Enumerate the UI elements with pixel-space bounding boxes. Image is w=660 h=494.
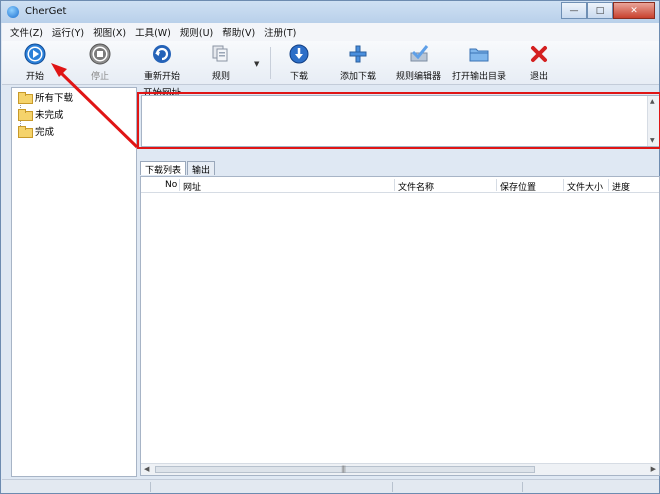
tree-item-incomplete[interactable]: 未完成: [18, 107, 64, 121]
menu-view[interactable]: 视图(X): [93, 25, 126, 39]
tree-item-label: 所有下载: [35, 93, 74, 104]
tab-download-list[interactable]: 下载列表: [140, 161, 187, 176]
column-divider[interactable]: [179, 179, 180, 191]
column-save-location[interactable]: 保存位置: [500, 180, 536, 193]
column-progress[interactable]: 进度: [612, 180, 630, 193]
folder-open-icon: [468, 43, 490, 65]
toolbar: 开始 停止 重新开始 规则 ▼ 下载 添加下载 规则编辑器 打开输出目录 退出: [2, 41, 659, 85]
column-file-name[interactable]: 文件名称: [398, 180, 434, 193]
rules-pages-icon: [210, 43, 232, 65]
start-button[interactable]: 开始: [24, 43, 46, 83]
stop-button[interactable]: 停止: [89, 43, 111, 83]
list-horizontal-scrollbar[interactable]: ◀ ||| ▶: [141, 463, 659, 475]
rules-label: 规则: [211, 72, 230, 82]
stop-label: 停止: [90, 72, 109, 82]
tree-item-label: 未完成: [35, 110, 64, 121]
menu-bar: 文件(Z) 运行(Y) 视图(X) 工具(W) 规则(U) 帮助(V) 注册(T…: [2, 23, 659, 41]
play-icon: [24, 43, 46, 65]
close-button[interactable]: ✕: [613, 2, 655, 19]
scroll-right-icon[interactable]: ▶: [651, 465, 656, 473]
open-output-dir-label: 打开输出目录: [452, 72, 507, 82]
column-url[interactable]: 网址: [183, 180, 201, 193]
menu-file[interactable]: 文件(Z): [10, 25, 43, 39]
exit-label: 退出: [529, 72, 548, 82]
rule-editor-label: 规则编辑器: [396, 72, 442, 82]
tab-output[interactable]: 输出: [187, 161, 216, 176]
scroll-left-icon[interactable]: ◀: [144, 465, 149, 473]
app-window: CherGet — □ ✕ 文件(Z) 运行(Y) 视图(X) 工具(W) 规则…: [0, 0, 660, 494]
minimize-button[interactable]: —: [561, 2, 587, 19]
menu-register[interactable]: 注册(T): [264, 25, 296, 39]
column-divider[interactable]: [608, 179, 609, 191]
download-label: 下载: [289, 72, 308, 82]
app-logo-icon: [7, 6, 19, 18]
scrollbar-grip-icon: |||: [341, 465, 346, 473]
column-no[interactable]: No: [165, 180, 177, 190]
add-download-label: 添加下载: [340, 72, 377, 82]
refresh-icon: [151, 43, 173, 65]
status-divider: [522, 482, 523, 492]
column-divider[interactable]: [563, 179, 564, 191]
checkmark-editor-icon: [408, 43, 430, 65]
tree-item-label: 完成: [35, 127, 55, 138]
download-button[interactable]: 下载: [288, 43, 310, 83]
rules-button[interactable]: 规则: [210, 43, 232, 83]
status-divider: [150, 482, 151, 492]
tree-item-complete[interactable]: 完成: [18, 124, 54, 138]
folder-icon: [18, 126, 33, 138]
window-title: CherGet: [25, 6, 67, 17]
menu-run[interactable]: 运行(Y): [52, 25, 84, 39]
column-file-size[interactable]: 文件大小: [567, 180, 603, 193]
annotation-highlight-box: [137, 92, 660, 149]
restart-button[interactable]: 重新开始: [144, 43, 180, 83]
menu-help[interactable]: 帮助(V): [222, 25, 255, 39]
folder-icon: [18, 109, 33, 121]
plus-icon: [347, 43, 369, 65]
column-divider[interactable]: [394, 179, 395, 191]
download-icon: [288, 43, 310, 65]
restart-label: 重新开始: [144, 72, 181, 82]
maximize-button[interactable]: □: [587, 2, 613, 19]
bottom-tabs: 下载列表 输出: [140, 161, 216, 176]
download-list: No 网址 文件名称 保存位置 文件大小 进度 ◀ ||| ▶: [140, 176, 660, 476]
column-divider[interactable]: [496, 179, 497, 191]
list-header: No 网址 文件名称 保存位置 文件大小 进度: [141, 177, 659, 193]
red-x-icon: [528, 43, 550, 65]
add-download-button[interactable]: 添加下载: [340, 43, 376, 83]
tree-item-all-downloads[interactable]: 所有下载: [18, 90, 73, 104]
menu-tools[interactable]: 工具(W): [135, 25, 171, 39]
stop-icon: [89, 43, 111, 65]
exit-button[interactable]: 退出: [528, 43, 550, 83]
open-output-dir-button[interactable]: 打开输出目录: [452, 43, 506, 83]
rules-dropdown-arrow-icon[interactable]: ▼: [254, 60, 259, 68]
title-bar: CherGet — □ ✕: [1, 1, 659, 23]
status-divider: [392, 482, 393, 492]
menu-rules[interactable]: 规则(U): [180, 25, 213, 39]
start-label: 开始: [25, 72, 44, 82]
rule-editor-button[interactable]: 规则编辑器: [396, 43, 441, 83]
toolbar-separator: [270, 47, 271, 79]
status-bar: [2, 479, 659, 493]
category-tree: 所有下载 未完成 完成: [11, 87, 137, 477]
folder-icon: [18, 92, 33, 104]
